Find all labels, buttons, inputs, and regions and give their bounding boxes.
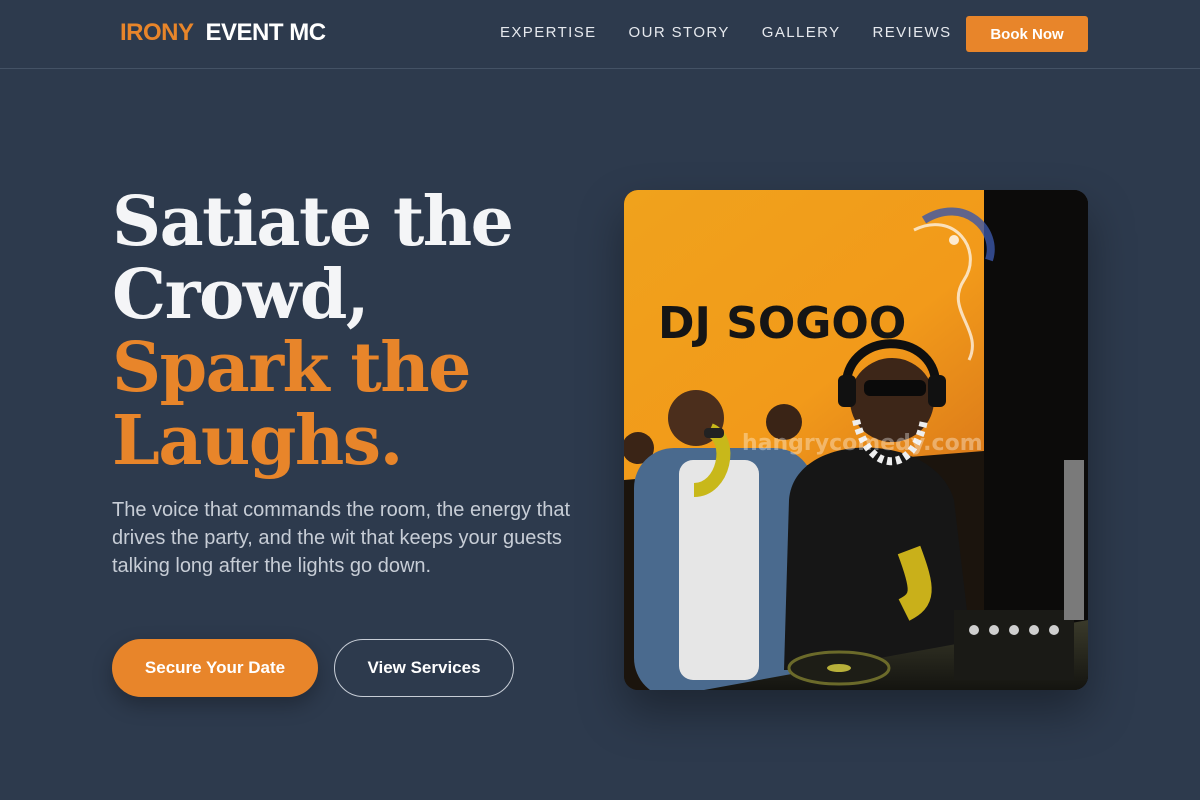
headline-line-1: Satiate the — [112, 182, 514, 262]
photo-watermark: hangrycomedy.com — [742, 431, 983, 456]
view-services-button[interactable]: View Services — [334, 639, 514, 697]
headline-line-2: Crowd, — [112, 255, 370, 335]
nav-link-gallery[interactable]: GALLERY — [762, 24, 841, 41]
main-nav: EXPERTISE OUR STORY GALLERY REVIEWS — [500, 24, 951, 41]
brand-accent-word: IRONY — [120, 19, 194, 46]
brand-main-words: EVENT MC — [205, 19, 327, 46]
hero-headline: Satiate the Crowd, Spark the Laughs. — [112, 186, 612, 478]
dj-banner-text: DJ SOGOO — [658, 298, 906, 349]
nav-link-our-story[interactable]: OUR STORY — [629, 24, 730, 41]
headline-line-4: Laughs. — [112, 401, 403, 481]
book-now-button[interactable]: Book Now — [966, 16, 1088, 52]
hero-photo: DJ SOGOO hangrycomedy.com — [624, 190, 1088, 690]
nav-link-reviews[interactable]: REVIEWS — [873, 24, 952, 41]
brand-logo[interactable]: IRONY EVENT MC — [120, 19, 326, 47]
secure-your-date-button[interactable]: Secure Your Date — [112, 639, 318, 697]
headline-line-3: Spark the — [112, 328, 471, 408]
dj-performance-illustration: DJ SOGOO hangrycomedy.com — [624, 190, 1088, 690]
nav-link-expertise[interactable]: EXPERTISE — [500, 24, 597, 41]
hero-tagline: The voice that commands the room, the en… — [112, 499, 571, 577]
site-header: IRONY EVENT MC EXPERTISE OUR STORY GALLER… — [0, 0, 1200, 69]
